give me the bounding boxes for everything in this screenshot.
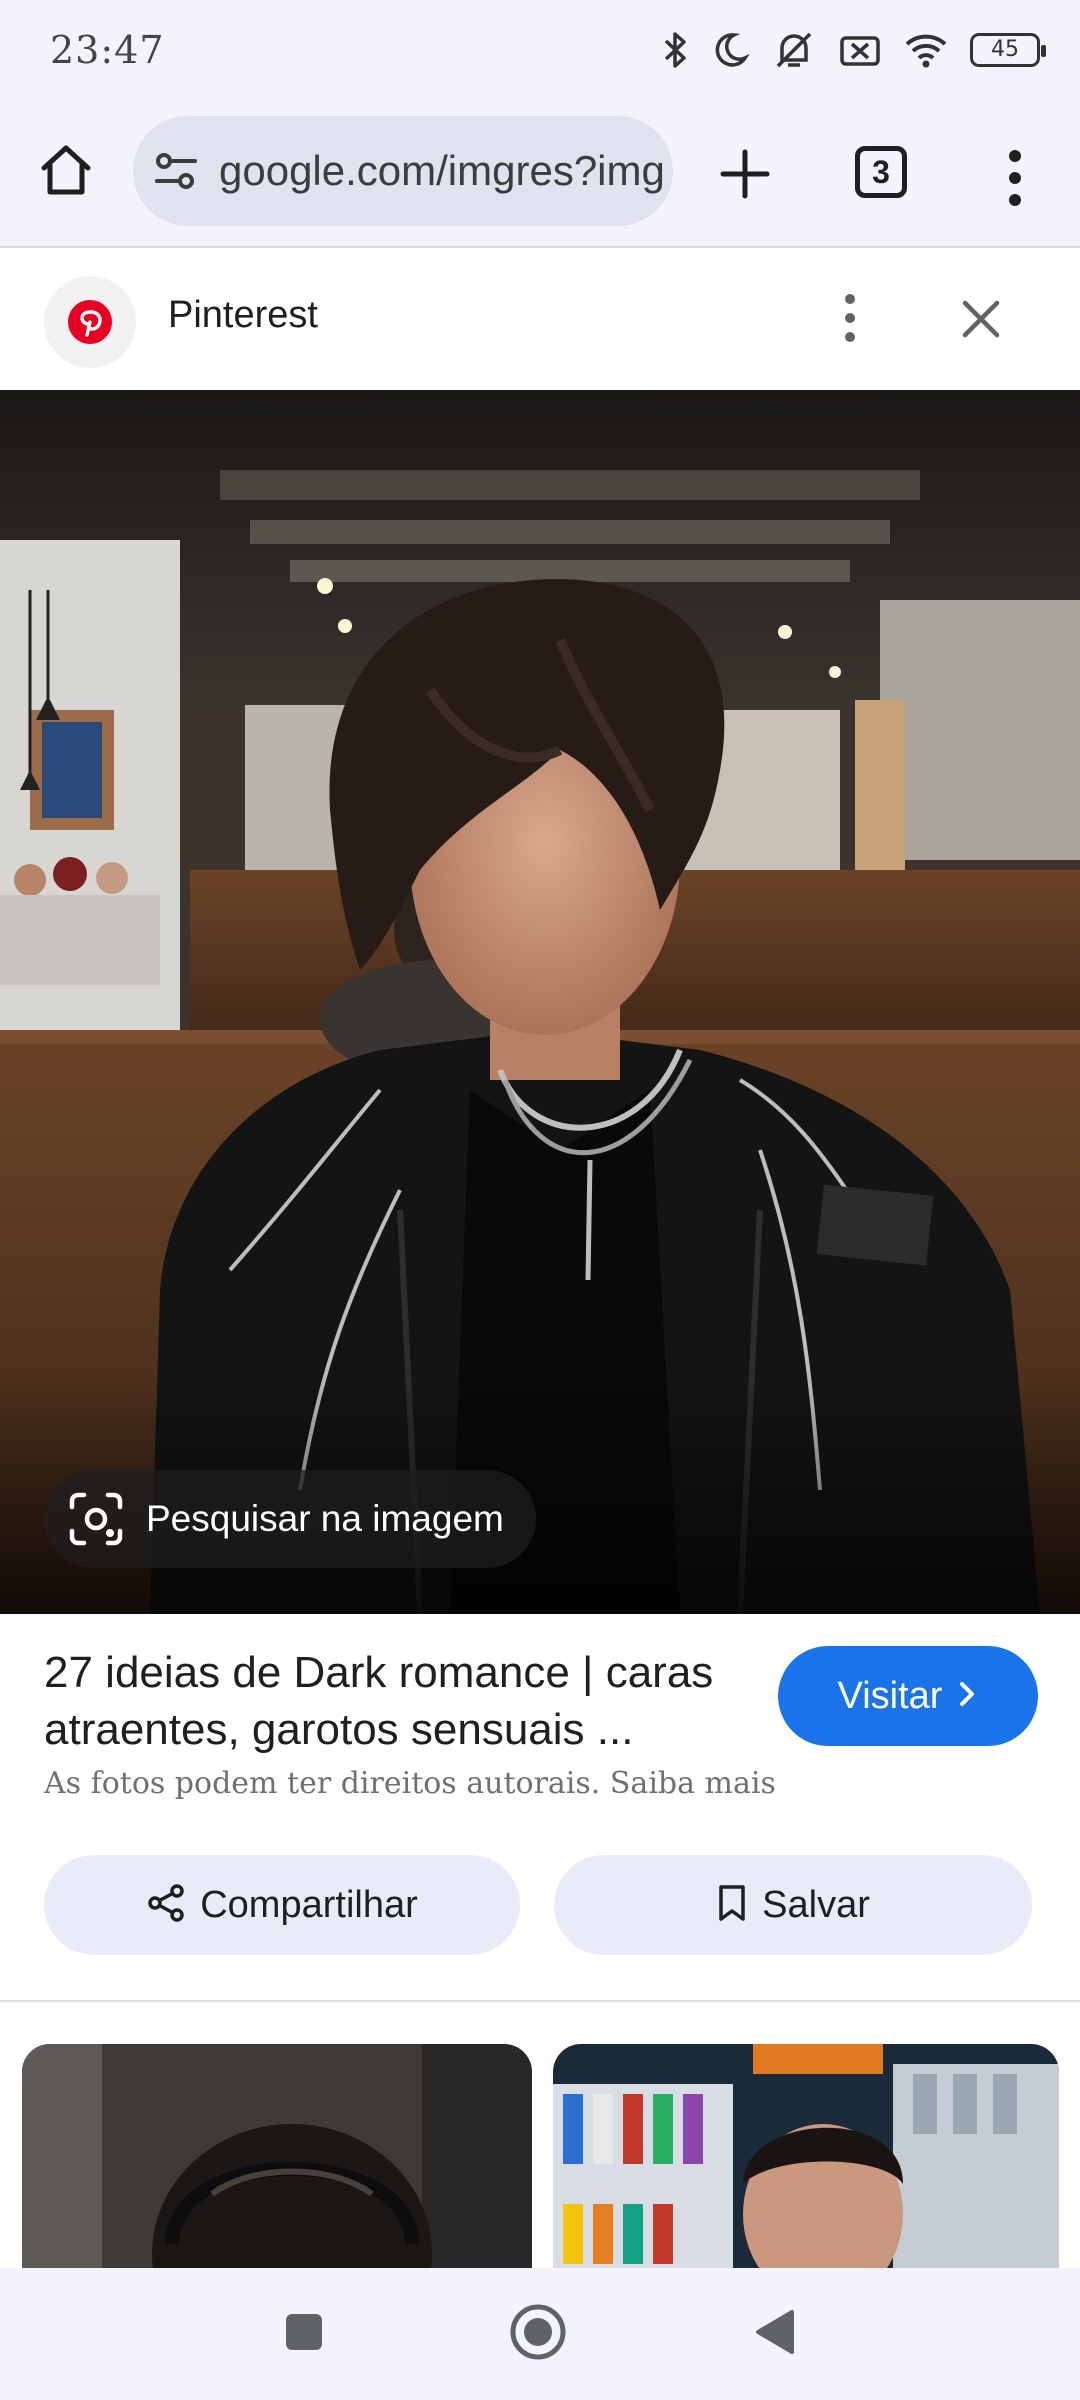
browser-menu-button[interactable] [990, 140, 1040, 220]
status-time: 23:47 [50, 28, 165, 72]
divider [0, 2000, 1080, 2002]
related-photo-2 [553, 2044, 1059, 2274]
browser-toolbar: google.com/imgres?img 3 [0, 100, 1080, 248]
search-in-image-label: Pesquisar na imagem [146, 1498, 504, 1539]
back-nav-button[interactable] [736, 2296, 812, 2372]
visit-button[interactable]: Visitar [778, 1646, 1038, 1746]
back-icon [752, 2308, 796, 2361]
home-icon [36, 140, 96, 205]
main-image[interactable]: Pesquisar na imagem [0, 390, 1080, 1614]
more-vertical-icon [1007, 149, 1023, 211]
battery-icon: 45 [970, 33, 1046, 67]
battery-level: 45 [991, 37, 1019, 62]
address-bar[interactable]: google.com/imgres?img [133, 116, 673, 226]
share-label: Compartilhar [200, 1883, 418, 1926]
bookmark-icon [716, 1883, 748, 1928]
related-image-1[interactable] [22, 2044, 532, 2274]
search-in-image-button[interactable]: Pesquisar na imagem [44, 1470, 536, 1568]
source-header: Pinterest [0, 250, 1080, 390]
system-nav-bar [0, 2268, 1080, 2400]
recent-apps-button[interactable] [266, 2296, 342, 2372]
copyright-notice: As fotos podem ter direitos autorais. Sa… [44, 1766, 776, 1801]
new-tab-button[interactable] [705, 136, 785, 216]
status-bar: 23:47 45 [0, 0, 1080, 100]
moon-icon [712, 30, 750, 70]
tab-count: 3 [872, 153, 890, 190]
google-lens-icon [68, 1491, 124, 1547]
close-icon [961, 299, 1001, 344]
site-info-icon[interactable] [153, 148, 199, 194]
related-photo-1 [22, 2044, 532, 2274]
home-nav-button[interactable] [500, 2296, 576, 2372]
related-image-2[interactable] [553, 2044, 1059, 2274]
recent-apps-icon [284, 2312, 324, 2357]
result-title[interactable]: 27 ideias de Dark romance | caras atraen… [44, 1644, 744, 1758]
chevron-right-icon [956, 1679, 978, 1714]
close-button[interactable] [950, 290, 1012, 352]
home-button[interactable] [30, 136, 102, 208]
share-icon [146, 1883, 186, 1928]
photo-illustration [0, 390, 1080, 1614]
save-label: Salvar [762, 1883, 870, 1926]
mute-vibrate-icon [772, 30, 816, 70]
plus-icon [719, 148, 771, 205]
learn-more-link[interactable]: Saiba mais [610, 1766, 776, 1801]
no-sim-icon [838, 30, 882, 70]
bluetooth-icon [660, 30, 690, 70]
share-button[interactable]: Compartilhar [44, 1855, 520, 1955]
tabs-button[interactable]: 3 [855, 146, 907, 198]
status-icons: 45 [660, 30, 1046, 70]
url-text[interactable]: google.com/imgres?img [219, 147, 665, 195]
home-circle-icon [508, 2302, 568, 2367]
source-more-button[interactable] [825, 290, 875, 350]
visit-label: Visitar [837, 1674, 943, 1717]
copyright-text: As fotos podem ter direitos autorais. [44, 1766, 601, 1801]
wifi-icon [904, 30, 948, 70]
screen: 23:47 45 google.com/imgres?img 3 Pintere… [0, 0, 1080, 2400]
more-vertical-icon [844, 293, 856, 347]
pinterest-logo[interactable] [44, 276, 136, 368]
save-button[interactable]: Salvar [554, 1855, 1032, 1955]
source-name[interactable]: Pinterest [168, 294, 318, 337]
